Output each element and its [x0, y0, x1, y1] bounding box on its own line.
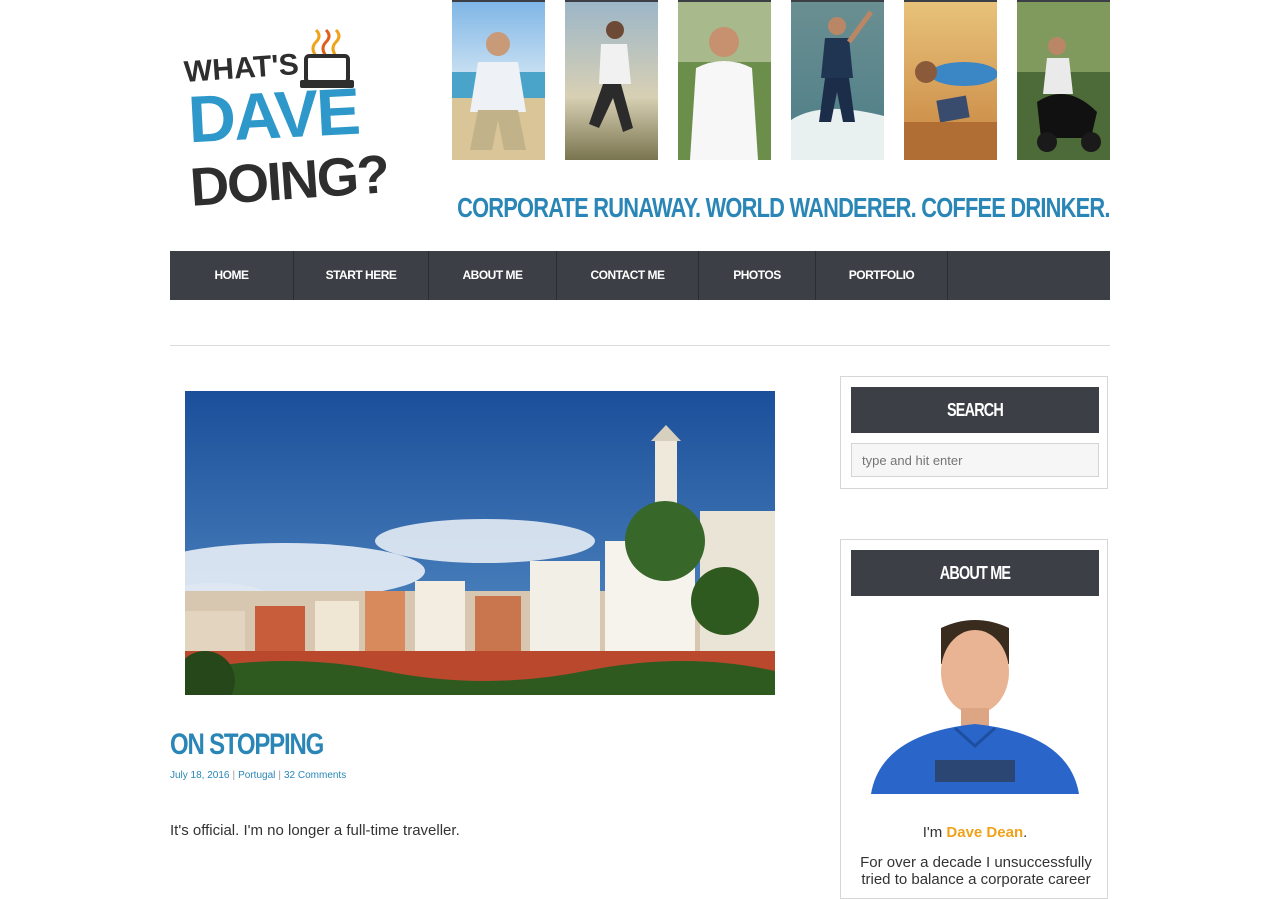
page-wrapper: WHAT'S DAVE DOING? CORPORATE RUNAWAY. WO…: [170, 0, 1111, 899]
author-name-link[interactable]: Dave Dean: [946, 824, 1023, 841]
intro-suffix: .: [1023, 824, 1028, 841]
post-meta: July 18, 2016 | Portugal | 32 Comments: [170, 770, 347, 781]
header-photo-beach[interactable]: [452, 0, 545, 160]
post-date[interactable]: July 18, 2016: [170, 770, 230, 781]
site-tagline: CORPORATE RUNAWAY. WORLD WANDERER. COFFE…: [457, 192, 1110, 223]
post-comments-link[interactable]: 32 Comments: [284, 770, 346, 781]
nav-portfolio[interactable]: PORTFOLIO: [816, 251, 948, 300]
post-category-link[interactable]: Portugal: [238, 770, 275, 781]
header-photo-white-tshirt[interactable]: [678, 0, 771, 160]
header-photo-pool-laptop[interactable]: [904, 0, 997, 160]
intro-prefix: I'm: [922, 824, 947, 841]
author-intro: I'm Dave Dean.: [841, 824, 1109, 841]
search-widget: SEARCH: [840, 376, 1108, 489]
about-widget: ABOUT ME I'm Dave Dean. For over a decad…: [840, 539, 1108, 899]
about-text: For over a decade I unsuccessfully tried…: [860, 854, 1092, 888]
post-title[interactable]: ON STOPPING: [170, 728, 324, 762]
header-photo-running[interactable]: [565, 0, 658, 160]
post-featured-image[interactable]: [185, 391, 775, 695]
nav-home[interactable]: HOME: [170, 251, 294, 300]
search-widget-title: SEARCH: [851, 387, 1099, 433]
divider: [170, 345, 1110, 346]
site-logo[interactable]: WHAT'S DAVE DOING?: [183, 12, 390, 230]
header-photo-surfing[interactable]: [791, 0, 884, 160]
header-photo-scooter[interactable]: [1017, 0, 1110, 160]
post-lead-text: It's official. I'm no longer a full-time…: [170, 822, 460, 839]
main-navigation: HOME START HERE ABOUT ME CONTACT ME PHOT…: [170, 251, 1110, 300]
nav-start-here[interactable]: START HERE: [294, 251, 429, 300]
about-widget-title: ABOUT ME: [851, 550, 1099, 596]
search-input[interactable]: [851, 443, 1099, 477]
logo-line-doing: DOING?: [188, 144, 390, 218]
nav-contact-me[interactable]: CONTACT ME: [557, 251, 699, 300]
nav-about-me[interactable]: ABOUT ME: [429, 251, 557, 300]
logo-line-dave: DAVE: [186, 73, 361, 157]
author-avatar: [851, 610, 1099, 794]
nav-photos[interactable]: PHOTOS: [699, 251, 816, 300]
